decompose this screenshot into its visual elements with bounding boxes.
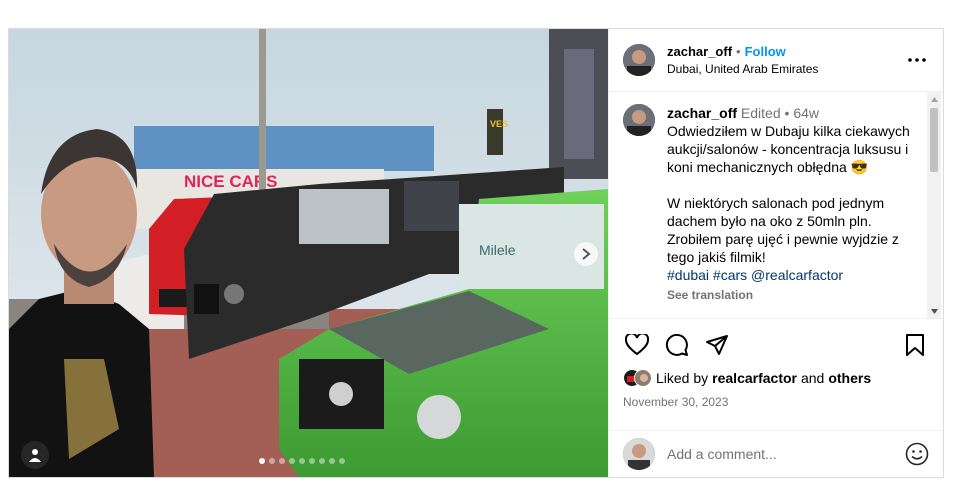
carousel-indicator: [259, 458, 345, 464]
comments-section: zachar_off Edited • 64w Odwiedziłem w Du…: [609, 92, 943, 318]
carousel-dot: [269, 458, 275, 464]
caption-hashtags[interactable]: #dubai #cars @realcarfactor: [667, 266, 912, 284]
caption-bullet: •: [784, 105, 790, 121]
liked-by-others[interactable]: others: [828, 370, 871, 386]
scroll-up-button[interactable]: [927, 92, 941, 106]
post-date[interactable]: November 30, 2023: [623, 395, 929, 409]
chevron-right-icon: [582, 248, 591, 260]
caption-avatar[interactable]: [623, 104, 655, 136]
carousel-dot: [279, 458, 285, 464]
carousel-dot: [339, 458, 345, 464]
emoji-button[interactable]: [905, 442, 929, 466]
comments-scrollbar[interactable]: [927, 92, 941, 318]
share-button[interactable]: [703, 331, 731, 359]
door-sticker: Milele: [479, 242, 516, 258]
liked-by-prefix: Liked by: [656, 370, 709, 386]
comment-bubble-icon: [665, 333, 688, 356]
carousel-next-button[interactable]: [574, 242, 598, 266]
post-sidebar: zachar_off • Follow Dubai, United Arab E…: [608, 29, 943, 477]
heart-icon: [625, 334, 649, 356]
carousel-dot: [299, 458, 305, 464]
user-icon: [29, 449, 41, 462]
bookmark-icon: [906, 334, 924, 356]
post-media[interactable]: NICE CARS VES Milele: [9, 29, 608, 477]
more-options-button[interactable]: [905, 48, 929, 72]
post-age: 64w: [793, 105, 819, 121]
tagged-users-button[interactable]: [21, 441, 49, 469]
instagram-post: NICE CARS VES Milele zachar_off • Follow…: [8, 28, 944, 478]
carousel-dot: [319, 458, 325, 464]
scroll-down-button[interactable]: [927, 304, 941, 318]
post-actions: Liked by realcarfactor and others Novemb…: [609, 318, 943, 429]
emoji-icon: [905, 442, 929, 466]
carousel-dot: [309, 458, 315, 464]
carousel-dot: [289, 458, 295, 464]
liked-by-and: and: [800, 370, 825, 386]
more-horizontal-icon: [908, 58, 926, 62]
author-avatar[interactable]: [623, 44, 655, 76]
edited-label: Edited: [740, 105, 781, 121]
see-translation-link[interactable]: See translation: [667, 286, 912, 304]
triangle-down-icon: [930, 308, 938, 314]
post-header: zachar_off • Follow Dubai, United Arab E…: [609, 29, 943, 92]
tower-sign: VES: [490, 119, 508, 129]
triangle-up-icon: [930, 96, 938, 102]
comment-input[interactable]: [667, 446, 905, 462]
like-button[interactable]: [623, 331, 651, 359]
comment-button[interactable]: [663, 331, 691, 359]
liker-avatar[interactable]: [634, 369, 652, 387]
comment-composer: [609, 430, 943, 477]
post-location[interactable]: Dubai, United Arab Emirates: [667, 62, 905, 76]
caption-text: Odwiedziłem w Dubaju kilka ciekawych auk…: [667, 123, 910, 265]
follow-button[interactable]: Follow: [745, 44, 786, 59]
carousel-dot: [329, 458, 335, 464]
scrollbar-thumb[interactable]: [930, 108, 938, 172]
current-user-avatar: [623, 438, 655, 470]
post-caption: zachar_off Edited • 64w Odwiedziłem w Du…: [667, 104, 912, 318]
author-username[interactable]: zachar_off: [667, 44, 732, 59]
paper-plane-icon: [706, 335, 728, 355]
post-photo: NICE CARS VES Milele: [9, 29, 608, 477]
separator-dot: •: [736, 44, 741, 59]
caption-username[interactable]: zachar_off: [667, 105, 737, 121]
likes-summary: Liked by realcarfactor and others: [623, 369, 929, 387]
liked-by-user[interactable]: realcarfactor: [712, 370, 797, 386]
carousel-dot: [259, 458, 265, 464]
save-button[interactable]: [901, 331, 929, 359]
